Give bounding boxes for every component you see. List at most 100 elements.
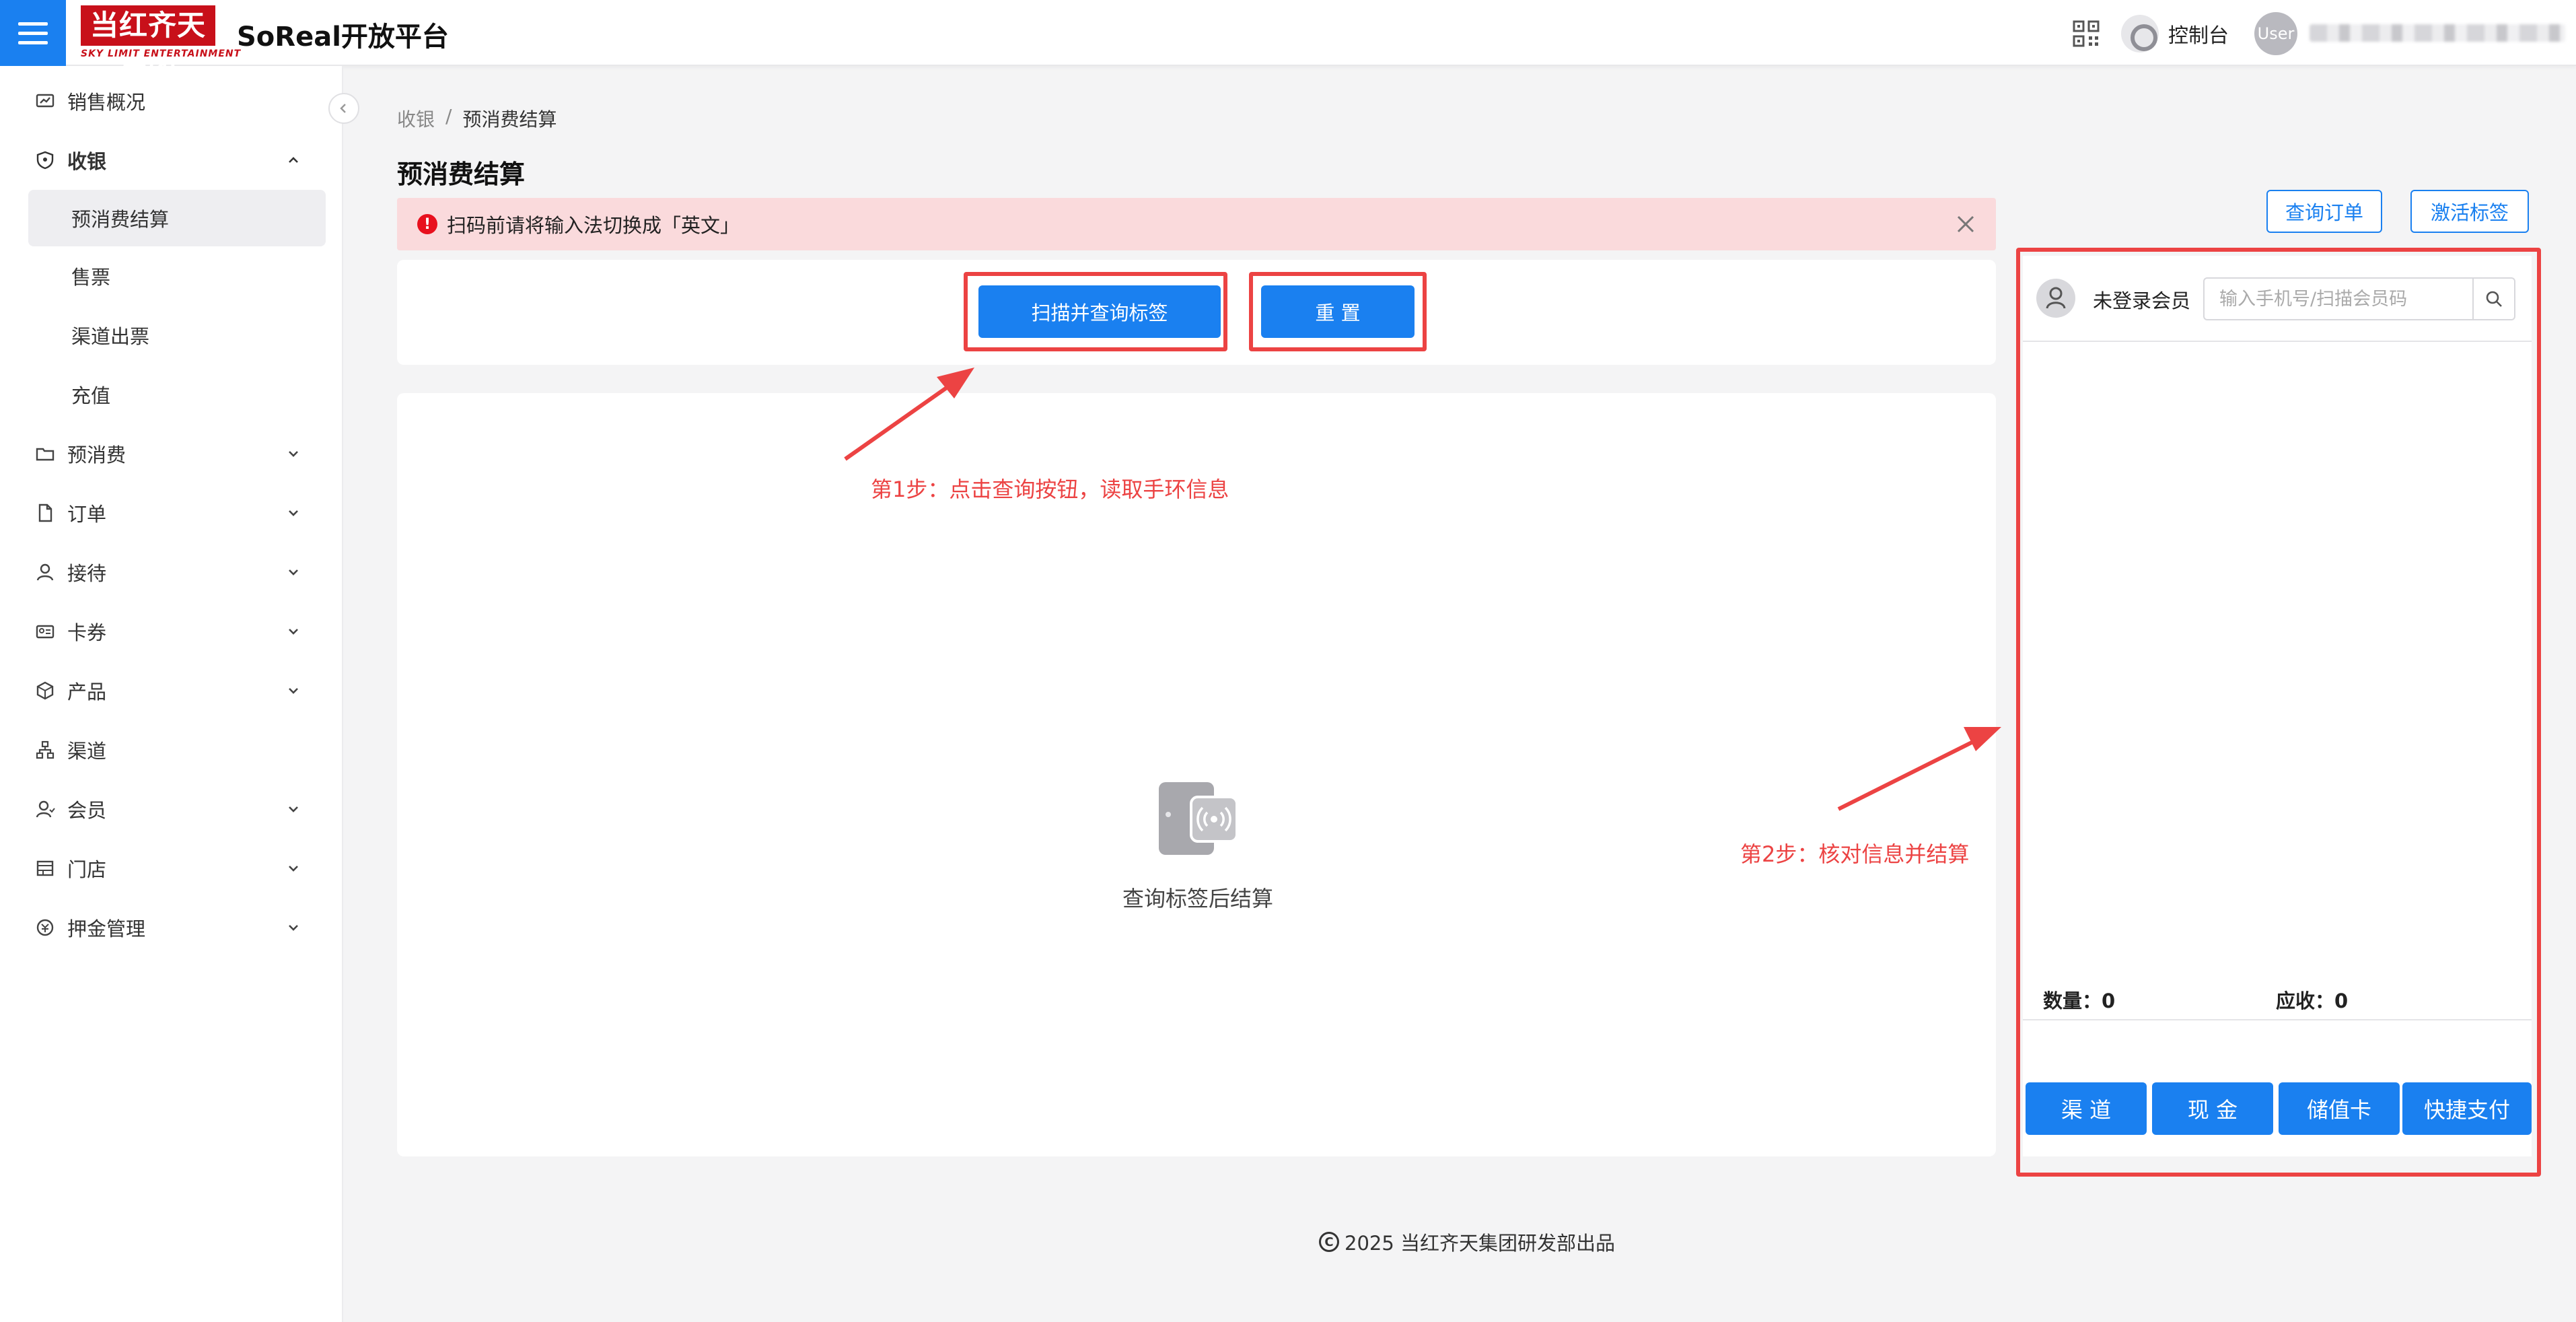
tag-result-panel bbox=[397, 393, 1996, 1156]
panel-divider-top bbox=[2023, 341, 2532, 342]
sidebar-item-stores[interactable]: 门店 bbox=[0, 839, 342, 898]
sidebar-item-members[interactable]: 会员 bbox=[0, 779, 342, 839]
console-label: 控制台 bbox=[2168, 24, 2229, 48]
close-icon[interactable] bbox=[1954, 213, 1977, 236]
menu-toggle-icon[interactable] bbox=[0, 0, 66, 66]
pay-channel-button[interactable]: 渠 道 bbox=[2026, 1082, 2147, 1135]
scan-query-tag-button[interactable]: 扫描并查询标签 bbox=[978, 285, 1221, 338]
sidebar-subitem-ticket-sales[interactable]: 售票 bbox=[0, 246, 342, 306]
activate-tag-button[interactable]: 激活标签 bbox=[2410, 190, 2529, 233]
chevron-down-icon bbox=[289, 688, 298, 694]
member-search bbox=[2203, 277, 2515, 320]
sidebar-item-sales-overview[interactable]: 销售概况 bbox=[0, 71, 342, 131]
chevron-down-icon bbox=[289, 451, 298, 457]
breadcrumb-separator: / bbox=[445, 105, 452, 127]
sidebar-menu: 销售概况 收银 预消费结算 售票 渠道出票 充值 预消费 订单 接待 卡券 产品… bbox=[0, 66, 342, 957]
receivable-value: 0 bbox=[2334, 989, 2349, 1012]
pay-quick-payment-button[interactable]: 快捷支付 bbox=[2402, 1082, 2532, 1135]
console-link[interactable]: 控制台 bbox=[2121, 15, 2229, 53]
member-icon bbox=[36, 800, 55, 818]
user-avatar[interactable]: User bbox=[2254, 12, 2297, 55]
receivable-label: 应收： bbox=[2276, 989, 2335, 1012]
alert-text: 扫码前请将输入法切换成「英文」 bbox=[447, 214, 740, 237]
sidebar-item-label: 订单 bbox=[67, 503, 107, 526]
quantity-label: 数量： bbox=[2043, 989, 2102, 1012]
member-search-button[interactable] bbox=[2472, 279, 2514, 319]
chart-icon bbox=[36, 94, 55, 108]
sidebar-item-orders[interactable]: 订单 bbox=[0, 483, 342, 543]
logo-subtitle: SKY LIMIT ENTERTAINMENT bbox=[81, 48, 242, 59]
sidebar-item-label: 接待 bbox=[67, 562, 107, 585]
sidebar-subitem-channel-ticket[interactable]: 渠道出票 bbox=[0, 306, 342, 365]
chevron-down-icon bbox=[289, 806, 298, 812]
sidebar-item-reception[interactable]: 接待 bbox=[0, 543, 342, 602]
top-header: 当红齐天集团 SKY LIMIT ENTERTAINMENT SoReal开放平… bbox=[0, 0, 2576, 82]
sidebar-item-channels[interactable]: 渠道 bbox=[0, 720, 342, 779]
sidebar: 销售概况 收银 预消费结算 售票 渠道出票 充值 预消费 订单 接待 卡券 产品… bbox=[0, 66, 343, 1322]
sidebar-item-label: 会员 bbox=[67, 799, 107, 822]
quantity-summary: 数量：0 bbox=[2043, 985, 2115, 1014]
rfid-tag-icon bbox=[1159, 782, 1238, 855]
member-status: 未登录会员 bbox=[2093, 289, 2191, 312]
query-order-button[interactable]: 查询订单 bbox=[2266, 190, 2382, 233]
shield-icon bbox=[36, 151, 54, 170]
folder-icon bbox=[36, 448, 55, 461]
chevron-up-icon bbox=[289, 157, 298, 163]
receivable-summary: 应收：0 bbox=[2276, 985, 2348, 1014]
logo-text: 当红齐天集团 bbox=[81, 5, 215, 82]
user-name-redacted[interactable] bbox=[2310, 24, 2565, 42]
error-icon: ! bbox=[417, 214, 437, 234]
reset-button[interactable]: 重 置 bbox=[1261, 285, 1415, 338]
page-title: 预消费结算 bbox=[397, 160, 526, 189]
store-icon bbox=[36, 860, 54, 876]
card-icon bbox=[36, 625, 55, 639]
pay-stored-value-card-button[interactable]: 储值卡 bbox=[2279, 1082, 2400, 1135]
sidebar-item-label: 销售概况 bbox=[67, 91, 146, 114]
user-icon bbox=[2046, 287, 2066, 309]
quantity-value: 0 bbox=[2102, 989, 2116, 1012]
sidebar-item-label: 渠道 bbox=[67, 740, 107, 763]
sidebar-collapse-button[interactable] bbox=[328, 93, 359, 124]
sidebar-item-deposit[interactable]: 押金管理 bbox=[0, 898, 342, 957]
chevron-down-icon bbox=[289, 510, 298, 516]
sidebar-item-label: 押金管理 bbox=[67, 917, 146, 940]
deposit-icon bbox=[36, 919, 54, 936]
sidebar-subitem-presettlement[interactable]: 预消费结算 bbox=[28, 190, 326, 246]
footer: C 2025 当红齐天集团研发部出品 bbox=[1319, 1228, 1615, 1256]
alert-banner: ! 扫码前请将输入法切换成「英文」 bbox=[397, 198, 1996, 250]
breadcrumb-parent[interactable]: 收银 bbox=[397, 105, 435, 132]
network-icon bbox=[36, 740, 55, 759]
panel-divider-bottom bbox=[2023, 1019, 2532, 1020]
sidebar-subitem-recharge[interactable]: 充值 bbox=[0, 365, 342, 424]
search-icon bbox=[2486, 291, 2502, 307]
app-title: SoReal开放平台 bbox=[237, 22, 449, 53]
chevron-left-icon bbox=[340, 104, 346, 113]
sidebar-item-preconsume[interactable]: 预消费 bbox=[0, 424, 342, 483]
sidebar-item-label: 收银 bbox=[67, 150, 107, 173]
sidebar-item-label: 卡券 bbox=[67, 621, 107, 644]
copyright-icon: C bbox=[1319, 1232, 1339, 1252]
chevron-down-icon bbox=[289, 569, 298, 576]
brand-logo: 当红齐天集团 SKY LIMIT ENTERTAINMENT bbox=[81, 5, 242, 82]
member-search-input[interactable] bbox=[2205, 279, 2472, 319]
footer-text: 2025 当红齐天集团研发部出品 bbox=[1345, 1232, 1616, 1255]
breadcrumb: 收银 / 预消费结算 bbox=[397, 105, 557, 132]
box-icon bbox=[36, 681, 54, 700]
highlight-frame-settlement bbox=[2016, 248, 2541, 1177]
file-icon bbox=[38, 503, 52, 522]
console-icon bbox=[2121, 15, 2159, 53]
chevron-down-icon bbox=[289, 629, 298, 635]
breadcrumb-current: 预消费结算 bbox=[462, 108, 557, 131]
sidebar-item-products[interactable]: 产品 bbox=[0, 661, 342, 720]
step1-annotation: 第1步：点击查询按钮，读取手环信息 bbox=[871, 477, 1229, 502]
sidebar-item-vouchers[interactable]: 卡券 bbox=[0, 602, 342, 661]
qr-code-icon[interactable] bbox=[2073, 20, 2100, 47]
sidebar-item-label: 预消费 bbox=[67, 444, 127, 466]
empty-state-text: 查询标签后结算 bbox=[1122, 886, 1273, 911]
step2-annotation: 第2步：核对信息并结算 bbox=[1740, 841, 1970, 867]
sidebar-item-label: 产品 bbox=[67, 681, 107, 703]
sidebar-item-cashier[interactable]: 收银 bbox=[0, 131, 342, 190]
chevron-down-icon bbox=[289, 925, 298, 931]
pay-cash-button[interactable]: 现 金 bbox=[2152, 1082, 2273, 1135]
chevron-down-icon bbox=[289, 866, 298, 872]
